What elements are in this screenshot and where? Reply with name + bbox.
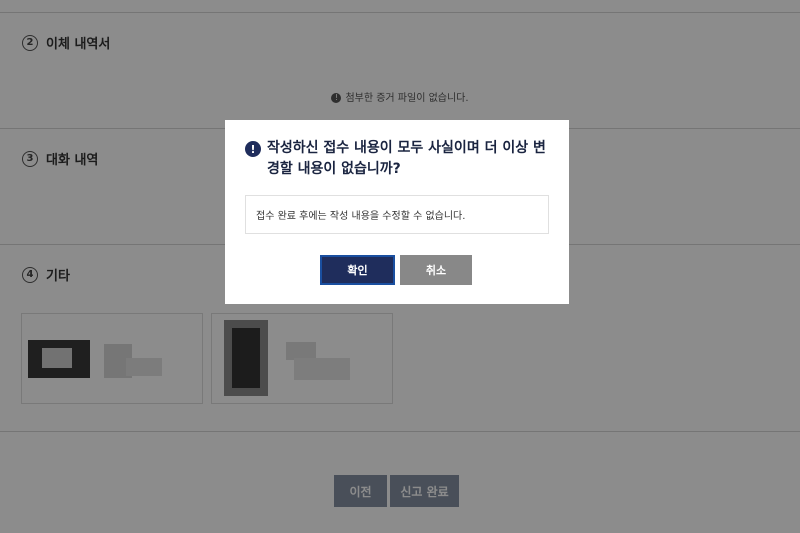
dialog-header: ! 작성하신 접수 내용이 모두 사실이며 더 이상 변경할 내용이 없습니까? bbox=[245, 138, 553, 180]
confirm-button[interactable]: 확인 bbox=[320, 255, 395, 285]
cancel-button[interactable]: 취소 bbox=[400, 255, 472, 285]
dialog-title: 작성하신 접수 내용이 모두 사실이며 더 이상 변경할 내용이 없습니까? bbox=[267, 140, 546, 177]
confirm-dialog: ! 작성하신 접수 내용이 모두 사실이며 더 이상 변경할 내용이 없습니까?… bbox=[225, 120, 569, 304]
alert-icon: ! bbox=[245, 141, 261, 157]
dialog-message: 접수 완료 후에는 작성 내용을 수정할 수 없습니다. bbox=[245, 195, 549, 234]
